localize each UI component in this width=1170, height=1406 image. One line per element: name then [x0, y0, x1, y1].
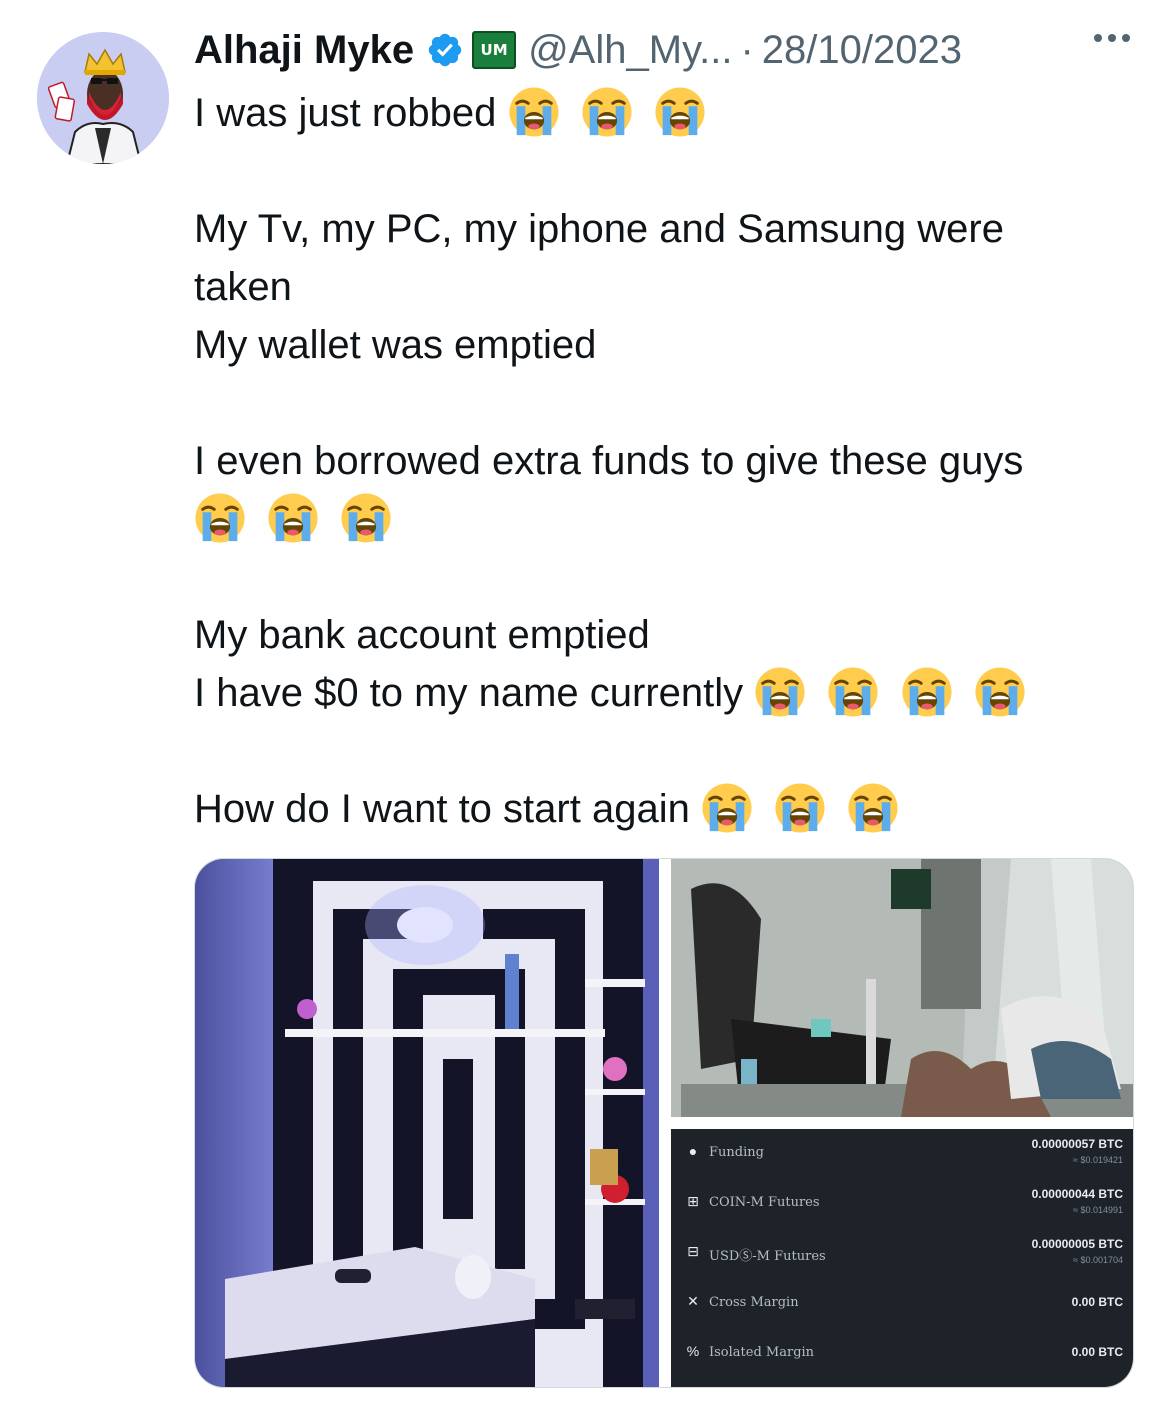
loudly-crying-face-emoji	[901, 666, 953, 718]
tweet-line: My wallet was emptied	[194, 316, 1144, 374]
author-handle[interactable]: @Alh_My...	[528, 28, 732, 73]
tweet-header: Alhaji Myke UM @Alh_My... · 28/10/2023	[194, 22, 1144, 78]
loudly-crying-face-emoji	[654, 86, 706, 138]
header-separator: ·	[740, 27, 754, 72]
tweet-line: taken	[194, 258, 1144, 316]
loudly-crying-face-emoji	[581, 86, 633, 138]
loudly-crying-face-emoji	[267, 492, 319, 544]
tweet-line: I was just robbed	[194, 84, 1144, 142]
wallet-balance-screenshot[interactable]: ● Funding 0.00000057 BTC ≈ $0.019421 ⊞ C…	[671, 1129, 1133, 1387]
tweet-blank-line	[194, 548, 1144, 606]
loudly-crying-face-emoji	[508, 86, 560, 138]
coin-m-futures-icon: ⊞	[687, 1193, 699, 1209]
wallet-row-coin-m: ⊞ COIN-M Futures 0.00000044 BTC ≈ $0.014…	[671, 1179, 1133, 1229]
loudly-crying-face-emoji	[340, 492, 392, 544]
media-photo-tv-wall[interactable]	[195, 859, 659, 1387]
wallet-row-amount: 0.00 BTC	[1071, 1345, 1123, 1359]
wallet-row-amount: 0.00000044 BTC	[1031, 1187, 1123, 1201]
more-options-icon[interactable]	[1094, 34, 1130, 42]
tweet-body: I was just robbed My Tv, my PC, my iphon…	[194, 84, 1144, 838]
verified-badge-icon[interactable]	[426, 31, 464, 69]
tweet-text-segment: I was just robbed	[194, 91, 497, 135]
loudly-crying-face-emoji	[701, 782, 753, 834]
tweet-line: My Tv, my PC, my iphone and Samsung were	[194, 200, 1144, 258]
tweet-date[interactable]: 28/10/2023	[762, 28, 962, 73]
wallet-row-label: USDⓈ-M Futures	[709, 1249, 826, 1264]
tweet-text-segment: My bank account emptied	[194, 613, 650, 657]
wallet-row-amount: 0.00000057 BTC	[1031, 1137, 1123, 1151]
loudly-crying-face-emoji	[827, 666, 879, 718]
loudly-crying-face-emoji	[974, 666, 1026, 718]
tweet-text-segment: My wallet was emptied	[194, 323, 597, 367]
cross-margin-icon: ✕	[687, 1293, 699, 1309]
wallet-row-usd: ≈ $0.019421	[1073, 1155, 1123, 1165]
wallet-row-amount: 0.00000005 BTC	[1031, 1237, 1123, 1251]
loudly-crying-face-emoji	[754, 666, 806, 718]
tweet-blank-line	[194, 722, 1144, 780]
wallet-row-isolated-margin: % Isolated Margin 0.00 BTC	[671, 1329, 1133, 1379]
author-avatar[interactable]	[37, 32, 169, 164]
wallet-row-funding: ● Funding 0.00000057 BTC ≈ $0.019421	[671, 1129, 1133, 1179]
tweet-line: How do I want to start again	[194, 780, 1144, 838]
media-photo-ransacked-room[interactable]	[671, 859, 1133, 1117]
loudly-crying-face-emoji	[194, 492, 246, 544]
tweet-text-segment: My Tv, my PC, my iphone and Samsung were	[194, 207, 1004, 251]
tweet-blank-line	[194, 142, 1144, 200]
isolated-margin-icon: %	[686, 1343, 700, 1359]
wallet-row-label: Isolated Margin	[709, 1345, 815, 1360]
affiliation-badge[interactable]: UM	[472, 31, 517, 69]
usds-m-futures-icon: ⊟	[687, 1243, 699, 1259]
tweet-text-segment: I have $0 to my name currently	[194, 671, 744, 715]
tweet-text-segment: I even borrowed extra funds to give thes…	[194, 439, 1024, 483]
tweet-text-segment: How do I want to start again	[194, 787, 690, 831]
wallet-row-usds-m: ⊟ USDⓈ-M Futures 0.00000005 BTC ≈ $0.001…	[671, 1229, 1133, 1279]
wallet-row-usd: ≈ $0.001704	[1073, 1255, 1123, 1265]
wallet-row-amount: 0.00 BTC	[1071, 1295, 1123, 1309]
tweet-line: I have $0 to my name currently	[194, 664, 1144, 722]
loudly-crying-face-emoji	[847, 782, 899, 834]
wallet-row-label: Funding	[709, 1145, 764, 1160]
tweet-line	[194, 490, 1144, 548]
tweet-line: I even borrowed extra funds to give thes…	[194, 432, 1144, 490]
author-display-name[interactable]: Alhaji Myke	[194, 28, 414, 73]
tweet-line: My bank account emptied	[194, 606, 1144, 664]
wallet-row-label: COIN-M Futures	[709, 1195, 820, 1210]
tweet-blank-line	[194, 374, 1144, 432]
wallet-row-label: Cross Margin	[709, 1295, 799, 1310]
funding-icon: ●	[688, 1143, 698, 1159]
loudly-crying-face-emoji	[774, 782, 826, 834]
tweet-media-grid: ● Funding 0.00000057 BTC ≈ $0.019421 ⊞ C…	[194, 858, 1134, 1388]
wallet-row-cross-margin: ✕ Cross Margin 0.00 BTC	[671, 1279, 1133, 1329]
tweet-text-segment: taken	[194, 265, 292, 309]
wallet-row-usd: ≈ $0.014991	[1073, 1205, 1123, 1215]
